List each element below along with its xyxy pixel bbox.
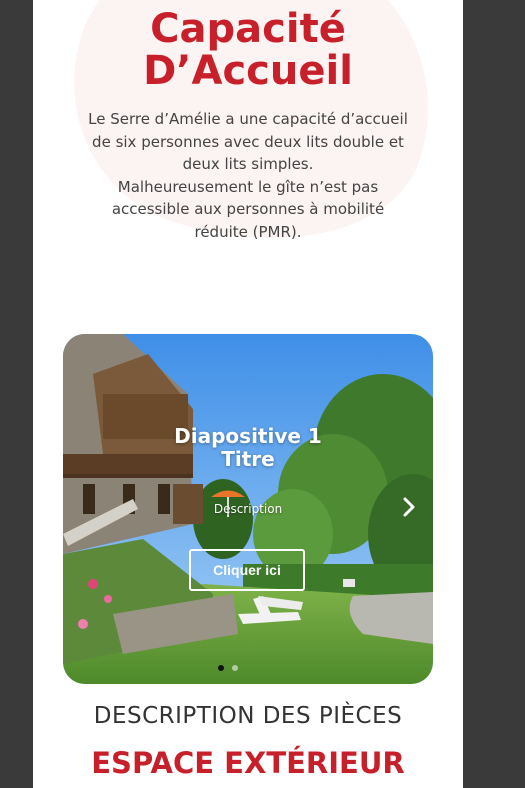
slide-description: Description [213,502,283,516]
slider-pagination [218,665,238,671]
slide-title-line1: Diapositive 1 [174,424,322,448]
page-content: Capacité D’Accueil Le Serre d’Amélie a u… [33,0,463,788]
rooms-heading: DESCRIPTION DES PIÈCES [93,703,403,729]
outdoor-space-heading: ESPACE EXTÉRIEUR [91,746,405,780]
capacity-text-line: réduite (PMR). [194,222,302,241]
capacity-title-line1: Capacité [150,6,346,52]
capacity-title: Capacité D’Accueil [33,8,463,92]
capacity-title-line2: D’Accueil [143,48,353,94]
slider-dot-2[interactable] [232,665,238,671]
capacity-text-line: accessible aux personnes à mobilité [111,200,385,218]
capacity-text-line: Le Serre d’Amélie a une capacité d’accue… [88,110,408,128]
capacity-text-line: deux lits simples. [182,155,314,173]
capacity-description: Le Serre d’Amélie a une capacité d’accue… [83,108,413,243]
chevron-right-icon[interactable] [399,494,419,524]
slide-cta-button[interactable]: Cliquer ici [189,549,305,591]
capacity-text-line: de six personnes avec deux lits double e… [92,132,404,151]
slide-title-line2: Titre [221,447,275,471]
image-slider[interactable]: Diapositive 1 Titre Description Cliquer … [63,334,433,684]
capacity-text-line: Malheureusement le gîte n’est pas [117,177,379,196]
chevron-right-icon-glyph [403,497,415,517]
slide-title: Diapositive 1 Titre [113,425,383,471]
slider-dot-1[interactable] [218,665,224,671]
